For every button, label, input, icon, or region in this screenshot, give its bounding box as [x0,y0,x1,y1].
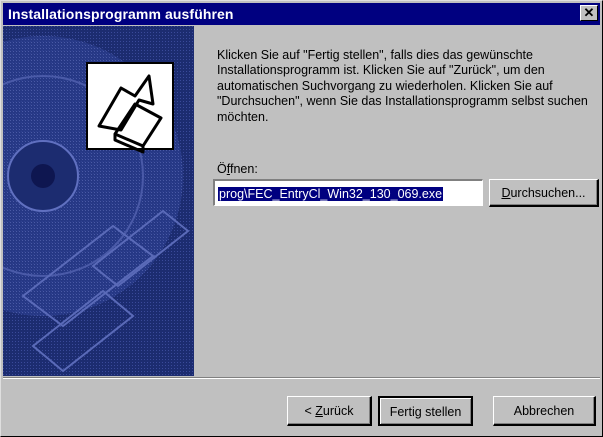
open-label: Öffnen: [217,162,258,176]
back-prefix: < [304,404,316,418]
cancel-button[interactable]: Abbrechen [493,396,596,426]
footer-divider [3,377,600,379]
back-label: urück [322,404,354,418]
finish-button[interactable]: Fertig stellen [378,396,473,426]
back-button[interactable]: < Zurück [287,396,372,426]
open-label-suffix: fnen: [229,162,258,176]
open-path-value: prog\FEC_EntryCl_Win32_130_069.exe [218,187,444,201]
open-label-prefix: Ö [217,162,227,176]
finish-label: Fertig stellen [389,405,462,419]
cancel-label: Abbrechen [513,404,575,418]
window-title: Installationsprogramm ausführen [8,6,234,22]
run-setup-dialog: Installationsprogramm ausführen ✕ Klicke… [0,0,603,437]
banner-graphic [3,26,194,376]
browse-button[interactable]: Durchsuchen... [489,179,599,207]
title-bar[interactable]: Installationsprogramm ausführen ✕ [3,3,600,25]
open-path-input[interactable]: prog\FEC_EntryCl_Win32_130_069.exe [213,179,483,206]
close-button[interactable]: ✕ [580,5,598,21]
close-icon: ✕ [583,5,595,20]
back-accel: Z [315,404,323,418]
cd-setup-banner-icon [3,26,194,376]
browse-label: urchsuchen... [510,186,586,200]
instruction-text: Klicken Sie auf "Fertig stellen", falls … [217,48,588,124]
